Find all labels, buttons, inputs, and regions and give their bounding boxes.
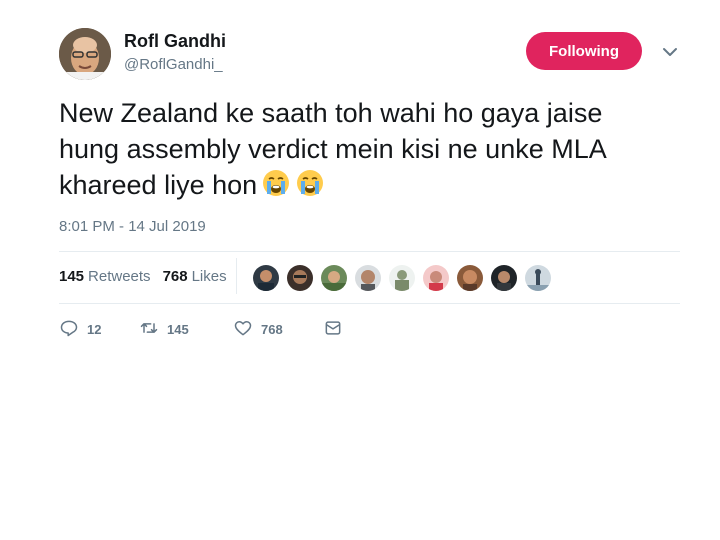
tweet-timestamp[interactable]: 8:01 PM - 14 Jul 2019 xyxy=(59,218,206,235)
tweet-actions: 12 145 768 xyxy=(59,318,351,341)
retweet-button[interactable]: 145 xyxy=(139,318,233,341)
like-button[interactable]: 768 xyxy=(233,318,323,341)
liker-avatar[interactable] xyxy=(456,264,484,292)
likers-avatars xyxy=(252,264,558,292)
divider xyxy=(59,251,680,252)
tweet-stats: 145 Retweets 768 Likes xyxy=(59,268,227,285)
user-display-name[interactable]: Rofl Gandhi xyxy=(124,31,226,52)
liker-avatar[interactable] xyxy=(252,264,280,292)
user-handle[interactable]: @RoflGandhi_ xyxy=(124,56,223,73)
likes-stat[interactable]: 768 Likes xyxy=(163,268,227,285)
crying-face-emoji-icon xyxy=(261,168,291,198)
divider xyxy=(59,303,680,304)
tweet-text: New Zealand ke saath toh wahi ho gaya ja… xyxy=(59,95,699,203)
retweets-label: Retweets xyxy=(88,268,151,285)
heart-icon xyxy=(233,318,261,341)
retweets-stat[interactable]: 145 Retweets xyxy=(59,268,151,285)
stats-separator xyxy=(236,258,237,294)
liker-avatar[interactable] xyxy=(354,264,382,292)
likes-label: Likes xyxy=(191,268,227,285)
retweet-count: 145 xyxy=(167,322,189,337)
liker-avatar[interactable] xyxy=(524,264,552,292)
reply-button[interactable]: 12 xyxy=(59,318,139,341)
tweet-body: New Zealand ke saath toh wahi ho gaya ja… xyxy=(59,98,607,200)
following-button[interactable]: Following xyxy=(526,32,642,70)
likes-count: 768 xyxy=(162,268,188,285)
retweets-count: 145 xyxy=(59,268,85,285)
reply-count: 12 xyxy=(87,322,102,337)
user-avatar[interactable] xyxy=(59,28,111,80)
like-count: 768 xyxy=(261,322,283,337)
reply-icon xyxy=(59,318,87,341)
envelope-icon xyxy=(323,318,351,341)
liker-avatar[interactable] xyxy=(490,264,518,292)
liker-avatar[interactable] xyxy=(388,264,416,292)
chevron-down-icon[interactable] xyxy=(660,42,680,62)
liker-avatar[interactable] xyxy=(286,264,314,292)
liker-avatar[interactable] xyxy=(422,264,450,292)
crying-face-emoji-icon xyxy=(295,168,325,198)
liker-avatar[interactable] xyxy=(320,264,348,292)
direct-message-button[interactable] xyxy=(323,318,351,341)
retweet-icon xyxy=(139,318,167,341)
